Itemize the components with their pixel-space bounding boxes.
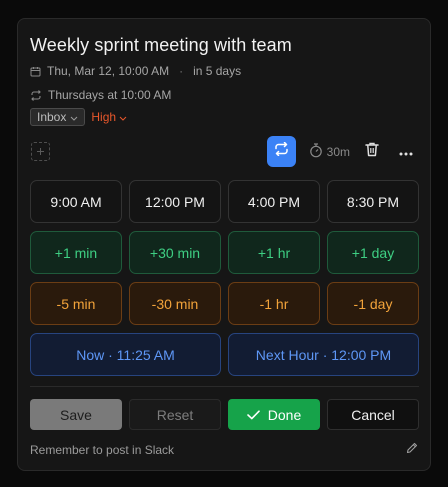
action-bar: Save Reset Done Cancel bbox=[30, 399, 419, 430]
add-time-button[interactable]: +30 min bbox=[129, 231, 221, 274]
time-preset-button[interactable]: 12:00 PM bbox=[129, 180, 221, 223]
repeat-icon bbox=[274, 141, 289, 161]
chevron-down-icon bbox=[119, 110, 127, 124]
task-date[interactable]: Thu, Mar 12, 10:00 AM bbox=[47, 64, 169, 78]
delete-button[interactable] bbox=[360, 140, 384, 164]
task-title[interactable]: Weekly sprint meeting with team bbox=[30, 35, 292, 56]
add-time-button[interactable]: +1 day bbox=[327, 231, 419, 274]
done-button[interactable]: Done bbox=[228, 399, 320, 430]
date-separator: · bbox=[179, 64, 184, 78]
duration-value: 30m bbox=[326, 144, 350, 159]
next-hour-button[interactable]: Next Hour · 12:00 PM bbox=[228, 333, 419, 376]
time-preset-button[interactable]: 8:30 PM bbox=[327, 180, 419, 223]
duration-control[interactable]: 30m bbox=[309, 142, 350, 161]
quick-time-grid: 9:00 AM 12:00 PM 4:00 PM 8:30 PM +1 min … bbox=[30, 180, 419, 376]
time-preset-button[interactable]: 4:00 PM bbox=[228, 180, 320, 223]
inbox-chip[interactable]: Inbox bbox=[30, 108, 86, 126]
chevron-down-icon bbox=[70, 110, 78, 124]
chips-row: Inbox High bbox=[30, 108, 127, 126]
date-row: Thu, Mar 12, 10:00 AM · in 5 days bbox=[30, 64, 241, 78]
cancel-button[interactable]: Cancel bbox=[327, 399, 419, 430]
stopwatch-icon bbox=[309, 142, 323, 161]
more-options-button[interactable] bbox=[394, 140, 418, 164]
add-icon[interactable] bbox=[31, 142, 50, 161]
check-icon bbox=[246, 407, 260, 423]
recurrence-row: Thursdays at 10:00 AM bbox=[30, 88, 171, 102]
priority-chip-label: High bbox=[91, 110, 117, 124]
divider bbox=[30, 386, 419, 387]
task-relative-time: in 5 days bbox=[193, 64, 242, 78]
subtract-time-button[interactable]: -1 hr bbox=[228, 282, 320, 325]
repeat-icon bbox=[30, 89, 42, 101]
now-button[interactable]: Now · 11:25 AM bbox=[30, 333, 221, 376]
calendar-icon bbox=[30, 66, 41, 77]
add-time-button[interactable]: +1 min bbox=[30, 231, 122, 274]
subtract-time-button[interactable]: -1 day bbox=[327, 282, 419, 325]
more-icon bbox=[399, 143, 413, 161]
repeat-toggle-button[interactable] bbox=[266, 136, 296, 167]
done-button-label: Done bbox=[267, 406, 302, 423]
priority-chip[interactable]: High bbox=[91, 110, 127, 124]
subtract-time-button[interactable]: -5 min bbox=[30, 282, 122, 325]
task-note[interactable]: Remember to post in Slack bbox=[30, 443, 174, 457]
reset-button[interactable]: Reset bbox=[129, 399, 221, 430]
subtract-time-button[interactable]: -30 min bbox=[129, 282, 221, 325]
task-recurrence[interactable]: Thursdays at 10:00 AM bbox=[48, 88, 171, 102]
toolbar: 30m bbox=[266, 136, 418, 167]
time-preset-button[interactable]: 9:00 AM bbox=[30, 180, 122, 223]
trash-icon bbox=[365, 142, 379, 162]
add-time-button[interactable]: +1 hr bbox=[228, 231, 320, 274]
reminder-panel: Weekly sprint meeting with team Thu, Mar… bbox=[17, 18, 431, 471]
inbox-chip-label: Inbox bbox=[37, 110, 67, 124]
edit-icon[interactable] bbox=[406, 441, 418, 459]
save-button[interactable]: Save bbox=[30, 399, 122, 430]
